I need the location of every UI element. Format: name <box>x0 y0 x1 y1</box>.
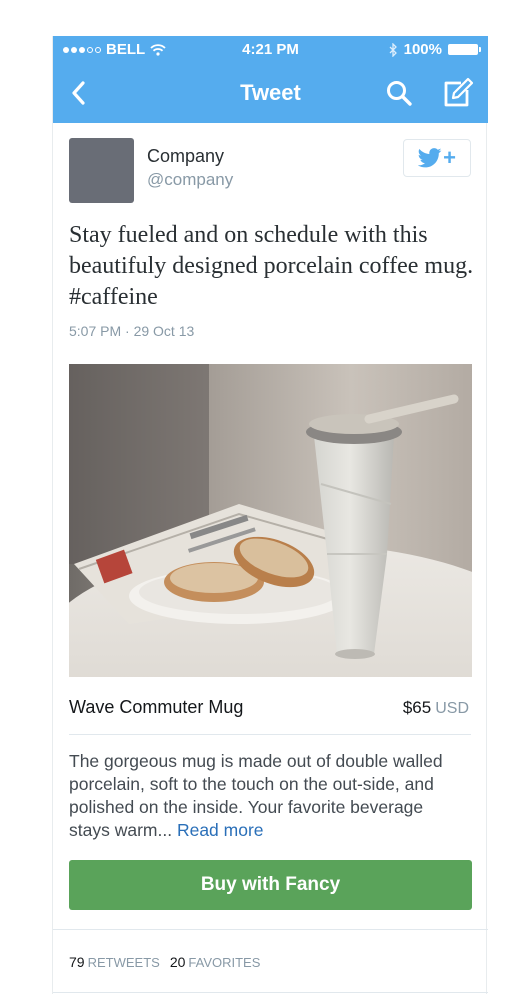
follow-button[interactable]: + <box>403 139 471 177</box>
product-description: The gorgeous mug is made out of double w… <box>69 750 465 842</box>
author-name[interactable]: Company <box>147 146 224 167</box>
tweet-stats: 79 RETWEETS 20 FAVORITES <box>69 954 270 970</box>
follow-plus: + <box>443 145 456 170</box>
battery-percent: 100% <box>403 41 442 58</box>
page-title: Tweet <box>240 80 301 105</box>
retweets-label[interactable]: RETWEETS <box>88 955 160 970</box>
price-currency: USD <box>435 700 469 717</box>
buy-with-fancy-button[interactable]: Buy with Fancy <box>69 860 472 910</box>
tweet-text: Stay fueled and on schedule with this be… <box>69 222 474 310</box>
search-icon[interactable] <box>385 79 413 107</box>
read-more-link[interactable]: Read more <box>177 820 264 840</box>
retweets-count[interactable]: 79 <box>69 954 85 970</box>
divider <box>69 734 471 735</box>
product-photo[interactable] <box>69 364 472 677</box>
author-handle[interactable]: @company <box>147 170 233 190</box>
twitter-bird-icon <box>418 148 442 168</box>
divider <box>53 992 488 993</box>
product-price: $65 USD <box>403 698 469 718</box>
nav-bar: Tweet <box>53 62 488 123</box>
favorites-label[interactable]: FAVORITES <box>188 955 260 970</box>
divider <box>53 929 488 930</box>
phone-screen: BELL 4:21 PM 100% Tweet Company @company… <box>52 36 488 994</box>
price-amount: $65 <box>402 698 432 717</box>
battery-icon <box>448 44 481 55</box>
favorites-count[interactable]: 20 <box>170 954 186 970</box>
compose-icon[interactable] <box>441 77 473 109</box>
product-name: Wave Commuter Mug <box>69 697 244 717</box>
avatar[interactable] <box>69 138 134 203</box>
tweet-timestamp[interactable]: 5:07 PM · 29 Oct 13 <box>69 323 194 339</box>
status-bar: BELL 4:21 PM 100% <box>53 36 488 62</box>
battery-info: 100% <box>389 41 481 58</box>
bluetooth-icon <box>389 42 397 57</box>
